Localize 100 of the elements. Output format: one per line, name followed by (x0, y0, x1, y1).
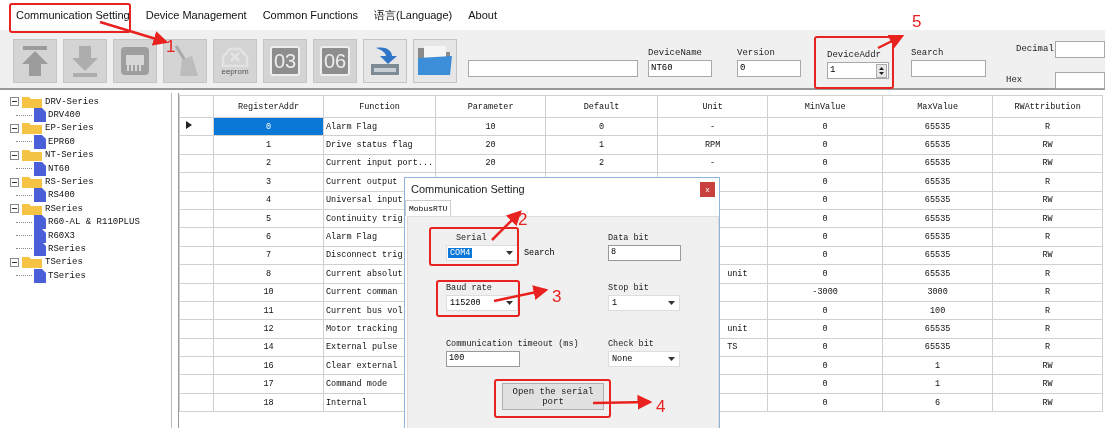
tree-item[interactable]: NT60 (48, 163, 70, 174)
tree-item[interactable]: DRV400 (48, 110, 81, 121)
menu-item[interactable]: Common Functions (254, 9, 366, 21)
dropdown[interactable]: 1 (608, 295, 680, 311)
table-cell: R (992, 172, 1103, 192)
field-label: Hex (1006, 74, 1023, 87)
search-field[interactable] (911, 60, 986, 77)
dropdown[interactable]: COM4 (446, 245, 518, 261)
collapse-icon[interactable] (10, 177, 19, 187)
tree-item[interactable]: EPR60 (48, 136, 75, 147)
spin-arrows-icon (876, 63, 887, 78)
table-cell: 0 (767, 301, 883, 320)
table-cell: RW (992, 393, 1103, 412)
field-label: Baud rate (446, 283, 493, 293)
device-address-spinner[interactable]: 1 (827, 62, 889, 79)
column-header[interactable]: RegisterAddr (213, 95, 324, 118)
search-label: Search (524, 248, 555, 260)
dropdown-arrow-icon (668, 301, 675, 305)
table-cell: 7 (213, 246, 324, 265)
column-header[interactable]: MaxValue (882, 95, 993, 118)
table-cell: 65535 (882, 135, 993, 155)
column-header[interactable]: Parameter (435, 95, 546, 118)
folder-icon (21, 94, 43, 109)
tree-item[interactable]: RSeries (45, 203, 83, 214)
table-cell: R (992, 227, 1103, 247)
table-cell: 0 (767, 374, 883, 394)
toolbar-button[interactable] (413, 39, 457, 83)
table-cell: 0 (767, 209, 883, 228)
tab[interactable]: MobusRTU (405, 200, 452, 216)
hex-field[interactable] (1055, 72, 1105, 89)
tree-item[interactable]: RS400 (48, 190, 75, 201)
tree-item[interactable]: R60X3 (48, 230, 75, 241)
table-cell: 17 (213, 374, 324, 394)
column-header[interactable]: Default (545, 95, 658, 118)
text-field[interactable] (468, 60, 638, 77)
table-cell: RW (992, 135, 1103, 155)
menu-item[interactable]: About (460, 9, 506, 21)
file-icon (34, 188, 46, 203)
annotation-arrow (877, 34, 905, 50)
collapse-icon[interactable] (10, 150, 19, 160)
column-header[interactable]: RWAttribution (992, 95, 1103, 118)
close-button[interactable]: x (700, 181, 715, 197)
dropdown-arrow-icon (506, 301, 513, 305)
collapse-icon[interactable] (10, 123, 19, 133)
decimal-field[interactable] (1055, 41, 1105, 58)
table-cell: 0 (767, 117, 883, 136)
field-label: Check bit (608, 339, 655, 349)
device-name-field[interactable]: NT60 (648, 60, 712, 77)
table-cell: 8 (213, 264, 324, 283)
tree-item[interactable]: TSeries (45, 257, 83, 268)
table-cell: 65535 (882, 191, 993, 210)
toolbar-button[interactable] (363, 39, 407, 83)
table-cell: R (992, 319, 1103, 339)
table-cell: 6 (213, 227, 324, 247)
tree-item[interactable]: NT-Series (45, 150, 94, 161)
tree-item[interactable]: RS-Series (45, 177, 94, 188)
menu-item[interactable]: Device Management (137, 9, 255, 21)
file-icon (34, 134, 46, 149)
column-header[interactable]: MinValue (767, 95, 883, 118)
table-cell: 1 (882, 356, 993, 375)
collapse-icon[interactable] (10, 97, 19, 107)
collapse-icon[interactable] (10, 204, 19, 214)
table-cell: 12 (213, 319, 324, 339)
annotation-arrow (592, 394, 653, 410)
column-header[interactable]: Unit (657, 95, 768, 118)
collapse-icon[interactable] (10, 257, 19, 267)
dropdown[interactable]: None (608, 351, 680, 367)
table-cell: 0 (767, 154, 883, 173)
table-cell: 14 (213, 338, 324, 357)
table-cell: 65535 (882, 209, 993, 228)
tree-item[interactable]: RSeries (48, 244, 86, 254)
input-field[interactable]: 100 (446, 351, 520, 367)
field-label: Version (737, 47, 776, 60)
annotation-arrow (493, 285, 549, 303)
table-cell: 2 (545, 154, 658, 173)
dropdown-arrow-icon (668, 357, 675, 361)
tree-item[interactable]: DRV-Series (45, 96, 99, 107)
menu-item[interactable]: 语言(Language) (366, 7, 461, 23)
dropdown[interactable]: 115200 (446, 295, 518, 311)
step-number: 4 (656, 397, 666, 416)
column-header[interactable]: Function (323, 95, 436, 118)
field-label: Stop bit (608, 283, 650, 293)
table-cell: 0 (767, 246, 883, 265)
menu-item[interactable]: Communication Setting (8, 9, 138, 21)
tree-item[interactable]: EP-Series (45, 123, 94, 134)
table-cell: 0 (767, 172, 883, 192)
version-field[interactable]: 0 (737, 60, 801, 77)
field-label: DeviceName (648, 47, 703, 60)
tree-item[interactable]: R60-AL & R110PLUS (48, 217, 140, 228)
table-cell: 16 (213, 356, 324, 375)
input-field[interactable]: 8 (608, 245, 681, 261)
step-number: 3 (552, 287, 562, 306)
open-port-button[interactable]: Open the serial port (502, 383, 604, 410)
upload-arrow-icon (20, 44, 50, 78)
table-cell: 4 (213, 191, 324, 210)
dropdown-arrow-icon (506, 251, 513, 255)
tree-item[interactable]: TSeries (48, 270, 86, 281)
annotation-arrow (99, 20, 169, 46)
table-cell: Drive status flag (323, 135, 436, 155)
table-cell: 3000 (882, 283, 993, 302)
